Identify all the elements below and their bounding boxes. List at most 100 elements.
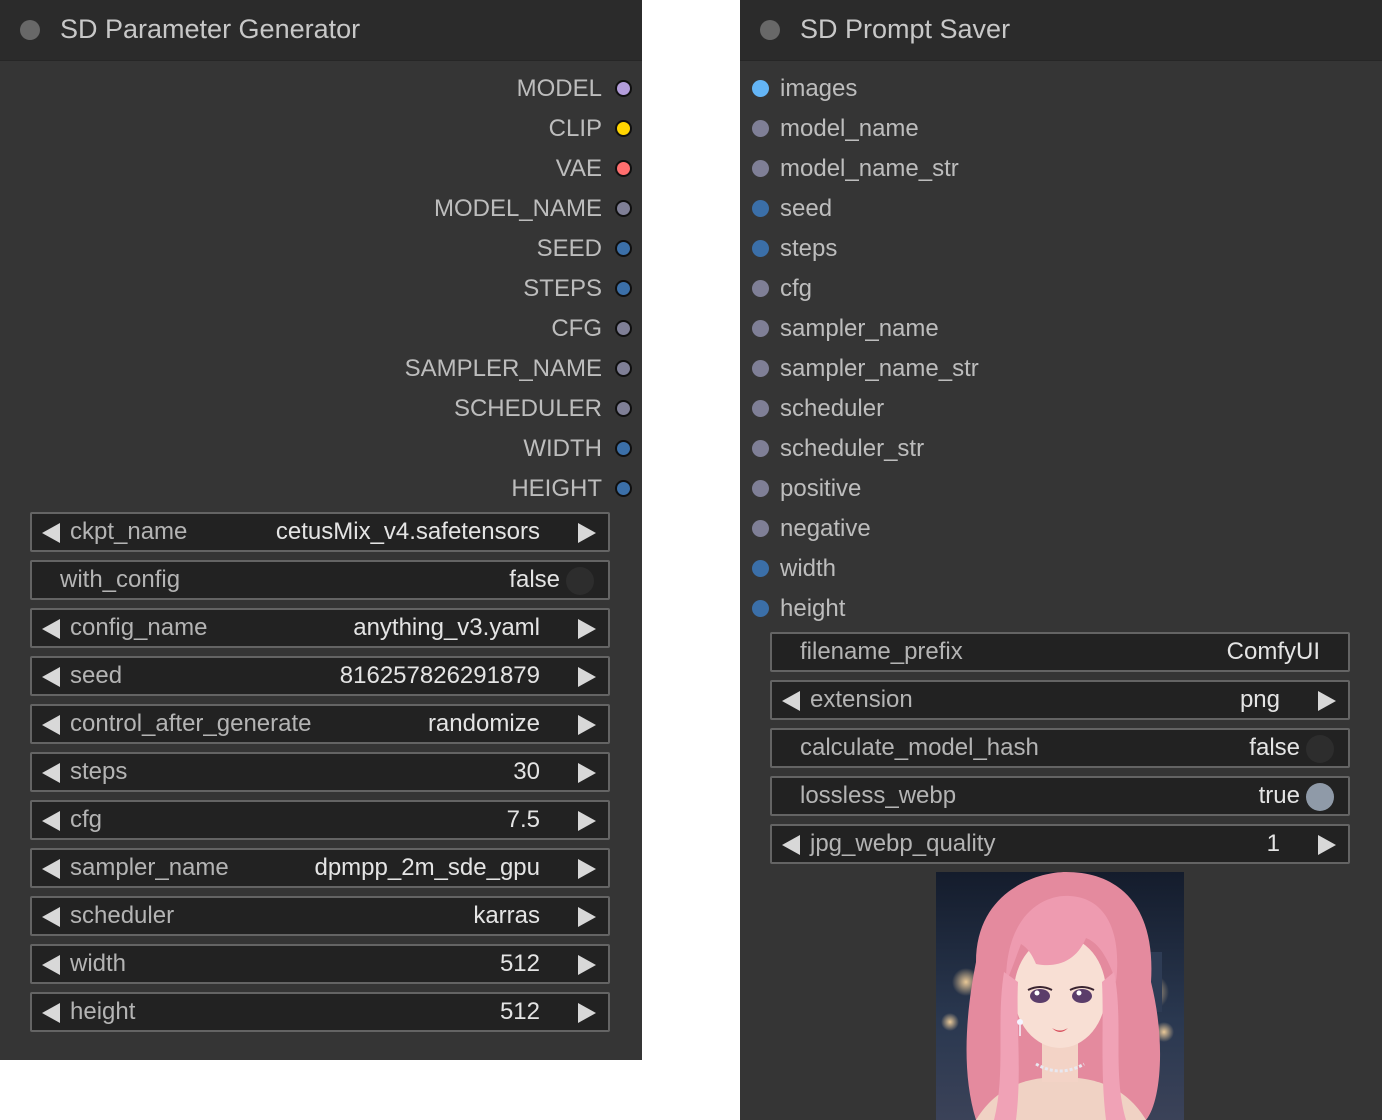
input-slot-height[interactable]: height <box>780 589 845 629</box>
input-slot-width[interactable]: width <box>780 549 836 589</box>
increment-arrow-icon[interactable] <box>578 523 596 543</box>
input-slot-model-name-str[interactable]: model_name_str <box>780 149 959 189</box>
widget-value[interactable]: 512 <box>500 994 540 1030</box>
output-connector-icon[interactable] <box>615 200 632 217</box>
output-connector-icon[interactable] <box>615 440 632 457</box>
cfg-widget[interactable]: cfg 7.5 <box>30 800 610 840</box>
widget-value[interactable]: false <box>509 562 560 598</box>
increment-arrow-icon[interactable] <box>578 715 596 735</box>
toggle-knob-icon[interactable] <box>566 567 594 595</box>
input-slot-scheduler[interactable]: scheduler <box>780 389 884 429</box>
increment-arrow-icon[interactable] <box>578 763 596 783</box>
widget-value[interactable]: 512 <box>500 946 540 982</box>
decrement-arrow-icon[interactable] <box>42 859 60 879</box>
input-slot-steps[interactable]: steps <box>780 229 837 269</box>
decrement-arrow-icon[interactable] <box>42 811 60 831</box>
output-connector-icon[interactable] <box>615 360 632 377</box>
output-slot-sampler-name[interactable]: SAMPLER_NAME <box>405 349 602 389</box>
decrement-arrow-icon[interactable] <box>42 715 60 735</box>
input-connector-icon[interactable] <box>752 440 769 457</box>
widget-value[interactable]: 816257826291879 <box>340 658 540 694</box>
input-slot-images[interactable]: images <box>780 69 857 109</box>
ckpt-name-widget[interactable]: ckpt_name cetusMix_v4.safetensors <box>30 512 610 552</box>
output-slot-height[interactable]: HEIGHT <box>511 469 602 509</box>
output-slot-scheduler[interactable]: SCHEDULER <box>454 389 602 429</box>
input-connector-icon[interactable] <box>752 80 769 97</box>
input-connector-icon[interactable] <box>752 280 769 297</box>
collapse-dot-icon[interactable] <box>20 20 40 40</box>
collapse-dot-icon[interactable] <box>760 20 780 40</box>
increment-arrow-icon[interactable] <box>578 811 596 831</box>
height-widget[interactable]: height 512 <box>30 992 610 1032</box>
increment-arrow-icon[interactable] <box>578 1003 596 1023</box>
increment-arrow-icon[interactable] <box>1318 691 1336 711</box>
widget-value[interactable]: false <box>1249 730 1300 766</box>
input-connector-icon[interactable] <box>752 560 769 577</box>
output-slot-seed[interactable]: SEED <box>537 229 602 269</box>
input-slot-model-name[interactable]: model_name <box>780 109 919 149</box>
lossless-webp-widget[interactable]: lossless_webp true <box>770 776 1350 816</box>
widget-value[interactable]: karras <box>473 898 540 934</box>
decrement-arrow-icon[interactable] <box>42 619 60 639</box>
input-connector-icon[interactable] <box>752 200 769 217</box>
input-slot-positive[interactable]: positive <box>780 469 861 509</box>
preview-image[interactable] <box>936 872 1184 1120</box>
decrement-arrow-icon[interactable] <box>42 667 60 687</box>
widget-value[interactable]: png <box>1240 682 1280 718</box>
input-connector-icon[interactable] <box>752 320 769 337</box>
input-connector-icon[interactable] <box>752 400 769 417</box>
output-slot-model[interactable]: MODEL <box>517 69 602 109</box>
widget-value[interactable]: randomize <box>428 706 540 742</box>
widget-value[interactable]: dpmpp_2m_sde_gpu <box>314 850 540 886</box>
seed-widget[interactable]: seed 816257826291879 <box>30 656 610 696</box>
calculate-model-hash-widget[interactable]: calculate_model_hash false <box>770 728 1350 768</box>
sd-parameter-generator-node[interactable]: SD Parameter Generator MODEL CLIP VAE MODEL… <box>0 0 642 1060</box>
toggle-knob-icon[interactable] <box>1306 783 1334 811</box>
decrement-arrow-icon[interactable] <box>42 1003 60 1023</box>
decrement-arrow-icon[interactable] <box>42 955 60 975</box>
toggle-knob-icon[interactable] <box>1306 735 1334 763</box>
output-connector-icon[interactable] <box>615 240 632 257</box>
output-connector-icon[interactable] <box>615 80 632 97</box>
output-slot-model-name[interactable]: MODEL_NAME <box>434 189 602 229</box>
input-connector-icon[interactable] <box>752 480 769 497</box>
widget-value[interactable]: 7.5 <box>507 802 540 838</box>
increment-arrow-icon[interactable] <box>1318 835 1336 855</box>
widget-value[interactable]: cetusMix_v4.safetensors <box>276 514 540 550</box>
with-config-widget[interactable]: with_config false <box>30 560 610 600</box>
decrement-arrow-icon[interactable] <box>42 523 60 543</box>
input-slot-cfg[interactable]: cfg <box>780 269 812 309</box>
input-connector-icon[interactable] <box>752 360 769 377</box>
input-connector-icon[interactable] <box>752 600 769 617</box>
input-slot-negative[interactable]: negative <box>780 509 871 549</box>
decrement-arrow-icon[interactable] <box>782 835 800 855</box>
width-widget[interactable]: width 512 <box>30 944 610 984</box>
scheduler-widget[interactable]: scheduler karras <box>30 896 610 936</box>
input-connector-icon[interactable] <box>752 520 769 537</box>
widget-value[interactable]: ComfyUI <box>1227 634 1320 670</box>
control-after-generate-widget[interactable]: control_after_generate randomize <box>30 704 610 744</box>
widget-value[interactable]: anything_v3.yaml <box>353 610 540 646</box>
decrement-arrow-icon[interactable] <box>782 691 800 711</box>
extension-widget[interactable]: extension png <box>770 680 1350 720</box>
increment-arrow-icon[interactable] <box>578 955 596 975</box>
filename-prefix-widget[interactable]: filename_prefix ComfyUI <box>770 632 1350 672</box>
input-slot-sampler-name-str[interactable]: sampler_name_str <box>780 349 979 389</box>
output-connector-icon[interactable] <box>615 480 632 497</box>
decrement-arrow-icon[interactable] <box>42 907 60 927</box>
output-connector-icon[interactable] <box>615 400 632 417</box>
output-slot-steps[interactable]: STEPS <box>523 269 602 309</box>
increment-arrow-icon[interactable] <box>578 859 596 879</box>
output-connector-icon[interactable] <box>615 160 632 177</box>
input-slot-scheduler-str[interactable]: scheduler_str <box>780 429 924 469</box>
input-connector-icon[interactable] <box>752 160 769 177</box>
input-slot-sampler-name[interactable]: sampler_name <box>780 309 939 349</box>
sd-prompt-saver-node[interactable]: SD Prompt Saver images model_name model_na… <box>740 0 1382 1120</box>
increment-arrow-icon[interactable] <box>578 619 596 639</box>
output-slot-vae[interactable]: VAE <box>556 149 602 189</box>
jpg-webp-quality-widget[interactable]: jpg_webp_quality 1 <box>770 824 1350 864</box>
increment-arrow-icon[interactable] <box>578 667 596 687</box>
input-connector-icon[interactable] <box>752 120 769 137</box>
widget-value[interactable]: 1 <box>1267 826 1280 862</box>
widget-value[interactable]: 30 <box>513 754 540 790</box>
